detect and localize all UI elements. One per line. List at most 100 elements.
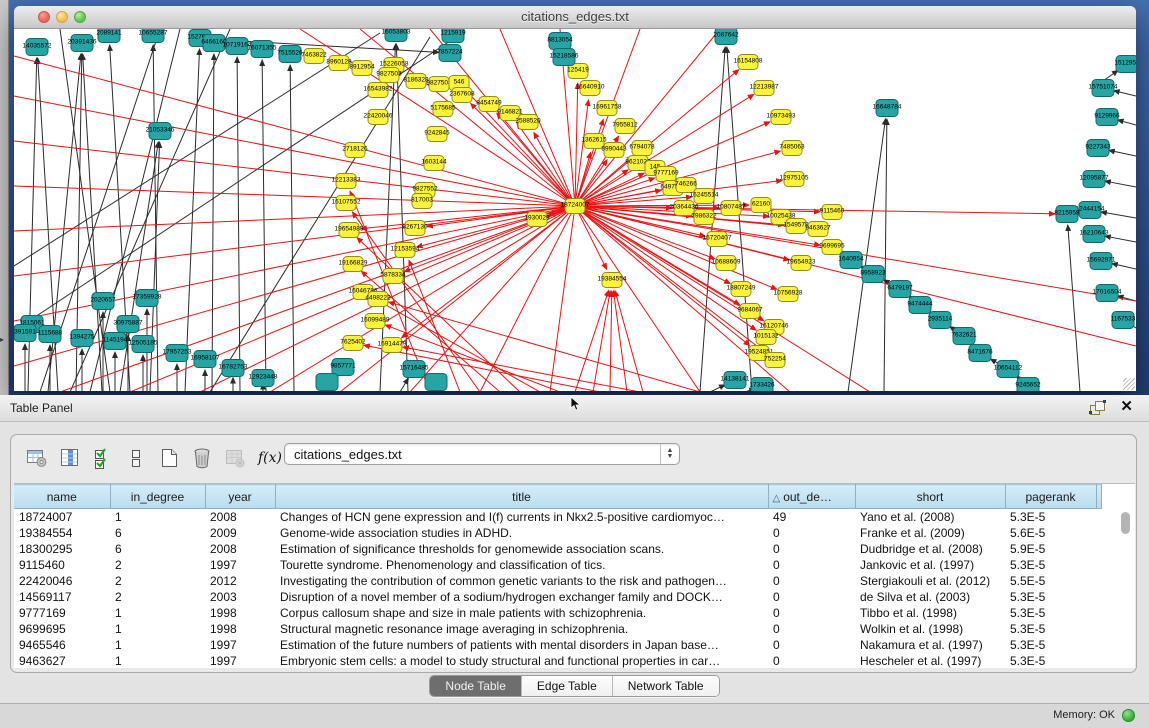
table-cell[interactable]: Nakamura et al. (1997) bbox=[855, 637, 1005, 653]
table-row[interactable]: 969969511998Structural magnetic resonanc… bbox=[14, 621, 1101, 637]
table-row[interactable]: 2242004622012Investigating the contribut… bbox=[14, 573, 1101, 589]
close-panel-icon[interactable]: ✕ bbox=[1120, 398, 1133, 416]
table-cell[interactable]: Tibbo et al. (1998) bbox=[855, 605, 1005, 621]
table-row[interactable]: 946362711997Embryonic stem cells: a mode… bbox=[14, 653, 1101, 668]
column-header-pagerank[interactable]: pagerank bbox=[1005, 485, 1096, 509]
table-cell[interactable]: 0 bbox=[768, 557, 855, 573]
table-row[interactable]: 946554611997Estimation of the future num… bbox=[14, 637, 1101, 653]
table-cell[interactable]: Tourette syndrome. Phenomenology and cla… bbox=[275, 557, 768, 573]
graph-node[interactable]: 8186328 bbox=[403, 74, 429, 89]
function-builder-icon[interactable]: f(x) bbox=[256, 446, 284, 470]
graph-node[interactable]: 9474444 bbox=[907, 297, 933, 314]
graph-edge[interactable] bbox=[185, 49, 200, 391]
graph-edge[interactable] bbox=[1114, 91, 1136, 96]
graph-node[interactable]: 12923448 bbox=[249, 370, 278, 387]
column-header-in_degree[interactable]: in_degree bbox=[110, 485, 205, 509]
graph-edge[interactable] bbox=[575, 206, 790, 391]
graph-node[interactable]: 1015132 bbox=[753, 330, 779, 345]
graph-node[interactable]: 17957253 bbox=[163, 345, 192, 362]
table-row[interactable]: 1938455462009Genome-wide association stu… bbox=[14, 525, 1101, 541]
graph-node[interactable]: 2718126 bbox=[342, 143, 368, 158]
table-cell[interactable]: 2009 bbox=[205, 525, 275, 541]
graph-edge[interactable] bbox=[1101, 212, 1136, 218]
graph-node[interactable]: 5175685 bbox=[430, 102, 456, 117]
table-cell[interactable]: Investigating the contribution of common… bbox=[275, 573, 768, 589]
graph-node[interactable]: 14035572 bbox=[23, 39, 52, 56]
graph-node[interactable]: 20391436 bbox=[68, 35, 97, 52]
table-cell[interactable]: 0 bbox=[768, 525, 855, 541]
graph-node[interactable]: 7632621 bbox=[951, 328, 977, 345]
table-cell[interactable]: 0 bbox=[768, 653, 855, 668]
table-cell[interactable]: Embryonic stem cells: a model to study s… bbox=[275, 653, 768, 668]
graph-node[interactable]: 2935114 bbox=[928, 312, 953, 329]
graph-node[interactable]: 19654923 bbox=[787, 256, 816, 271]
graph-node[interactable]: 9227343 bbox=[1085, 140, 1111, 157]
table-cell[interactable]: 5.3E-5 bbox=[1005, 621, 1096, 637]
graph-node[interactable]: 12095877 bbox=[1080, 171, 1109, 188]
graph-node[interactable]: 12505185 bbox=[129, 336, 158, 353]
graph-node[interactable]: 17016504 bbox=[1093, 285, 1122, 302]
table-cell[interactable]: 9463627 bbox=[14, 653, 110, 668]
graph-edge[interactable] bbox=[1118, 120, 1136, 125]
graph-node[interactable]: 7463822 bbox=[301, 49, 327, 64]
table-cell[interactable]: 0 bbox=[768, 589, 855, 605]
table-cell[interactable]: 5.3E-5 bbox=[1005, 605, 1096, 621]
table-cell[interactable]: 1998 bbox=[205, 621, 275, 637]
float-panel-icon[interactable] bbox=[1090, 401, 1105, 414]
memory-ok-indicator[interactable] bbox=[1122, 709, 1135, 722]
graph-node[interactable]: 30975887 bbox=[114, 316, 143, 333]
graph-edge[interactable] bbox=[14, 206, 575, 231]
table-row[interactable]: 911546021997Tourette syndrome. Phenomeno… bbox=[14, 557, 1101, 573]
graph-node[interactable]: 2020657 bbox=[90, 293, 116, 310]
graph-edge[interactable] bbox=[14, 206, 575, 366]
graph-node[interactable]: 16071355 bbox=[248, 41, 277, 58]
graph-node[interactable]: 21053346 bbox=[146, 123, 175, 140]
table-row[interactable]: 1872400712008Changes of HCN gene express… bbox=[14, 509, 1101, 526]
graph-node[interactable]: 22420046 bbox=[364, 110, 393, 125]
graph-edge[interactable] bbox=[1109, 150, 1136, 156]
graph-node[interactable]: 1930029 bbox=[524, 212, 550, 227]
table-cell[interactable]: 14569117 bbox=[14, 589, 110, 605]
table-cell[interactable]: Stergiakouli et al. (2012) bbox=[855, 573, 1005, 589]
graph-edge[interactable] bbox=[517, 123, 575, 206]
graph-node[interactable]: 1512954 bbox=[1114, 56, 1136, 73]
table-cell[interactable]: 2003 bbox=[205, 589, 275, 605]
graph-node[interactable]: 391591 bbox=[14, 325, 36, 342]
network-canvas[interactable]: 1872400719300297463822896012889129541522… bbox=[14, 29, 1136, 391]
table-cell[interactable]: 5.5E-5 bbox=[1005, 573, 1096, 589]
table-settings-icon[interactable] bbox=[25, 446, 49, 470]
table-cell[interactable]: Disruption of a novel member of a sodium… bbox=[275, 589, 768, 605]
table-cell[interactable]: Estimation of significance thresholds fo… bbox=[275, 541, 768, 557]
tab-network-table[interactable]: Network Table bbox=[613, 676, 719, 696]
graph-node[interactable]: 1603144 bbox=[421, 156, 447, 171]
graph-node[interactable]: 1167533 bbox=[1111, 312, 1136, 329]
table-row[interactable]: 1456911722003Disruption of a novel membe… bbox=[14, 589, 1101, 605]
graph-node[interactable]: 2087642 bbox=[713, 29, 739, 45]
table-cell[interactable]: 5.3E-5 bbox=[1005, 509, 1096, 526]
table-cell[interactable]: 1997 bbox=[205, 653, 275, 668]
table-cell[interactable]: 22420046 bbox=[14, 573, 110, 589]
graph-edge[interactable] bbox=[613, 291, 627, 391]
graph-node[interactable]: 7485063 bbox=[779, 141, 805, 156]
new-table-icon[interactable] bbox=[157, 446, 181, 470]
table-cell[interactable]: 5.3E-5 bbox=[1005, 557, 1096, 573]
table-row[interactable]: 1830029562008Estimation of significance … bbox=[14, 541, 1101, 557]
graph-node[interactable]: 12213987 bbox=[750, 81, 779, 96]
graph-node[interactable]: 19166829 bbox=[339, 257, 368, 272]
graph-node[interactable]: 7955812 bbox=[612, 119, 638, 134]
graph-node[interactable]: 1733426 bbox=[749, 378, 775, 392]
graph-node[interactable]: 9129966 bbox=[1094, 109, 1120, 126]
delete-rows-icon[interactable] bbox=[190, 446, 214, 470]
table-cell[interactable]: 0 bbox=[768, 621, 855, 637]
table-cell[interactable]: Hescheler et al. (1997) bbox=[855, 653, 1005, 668]
table-cell[interactable]: 9115460 bbox=[14, 557, 110, 573]
graph-node[interactable]: 5878334 bbox=[380, 269, 406, 284]
graph-edge[interactable] bbox=[480, 206, 575, 391]
graph-node[interactable]: 746266 bbox=[675, 178, 697, 193]
graph-node[interactable]: 8267130 bbox=[402, 221, 428, 236]
resize-grip-icon[interactable] bbox=[1123, 378, 1135, 390]
graph-edge[interactable] bbox=[1105, 181, 1136, 187]
table-cell[interactable]: Jankovic et al. (1997) bbox=[855, 557, 1005, 573]
graph-node[interactable]: 1145194 bbox=[103, 333, 128, 350]
graph-node[interactable]: 752254 bbox=[764, 353, 786, 368]
